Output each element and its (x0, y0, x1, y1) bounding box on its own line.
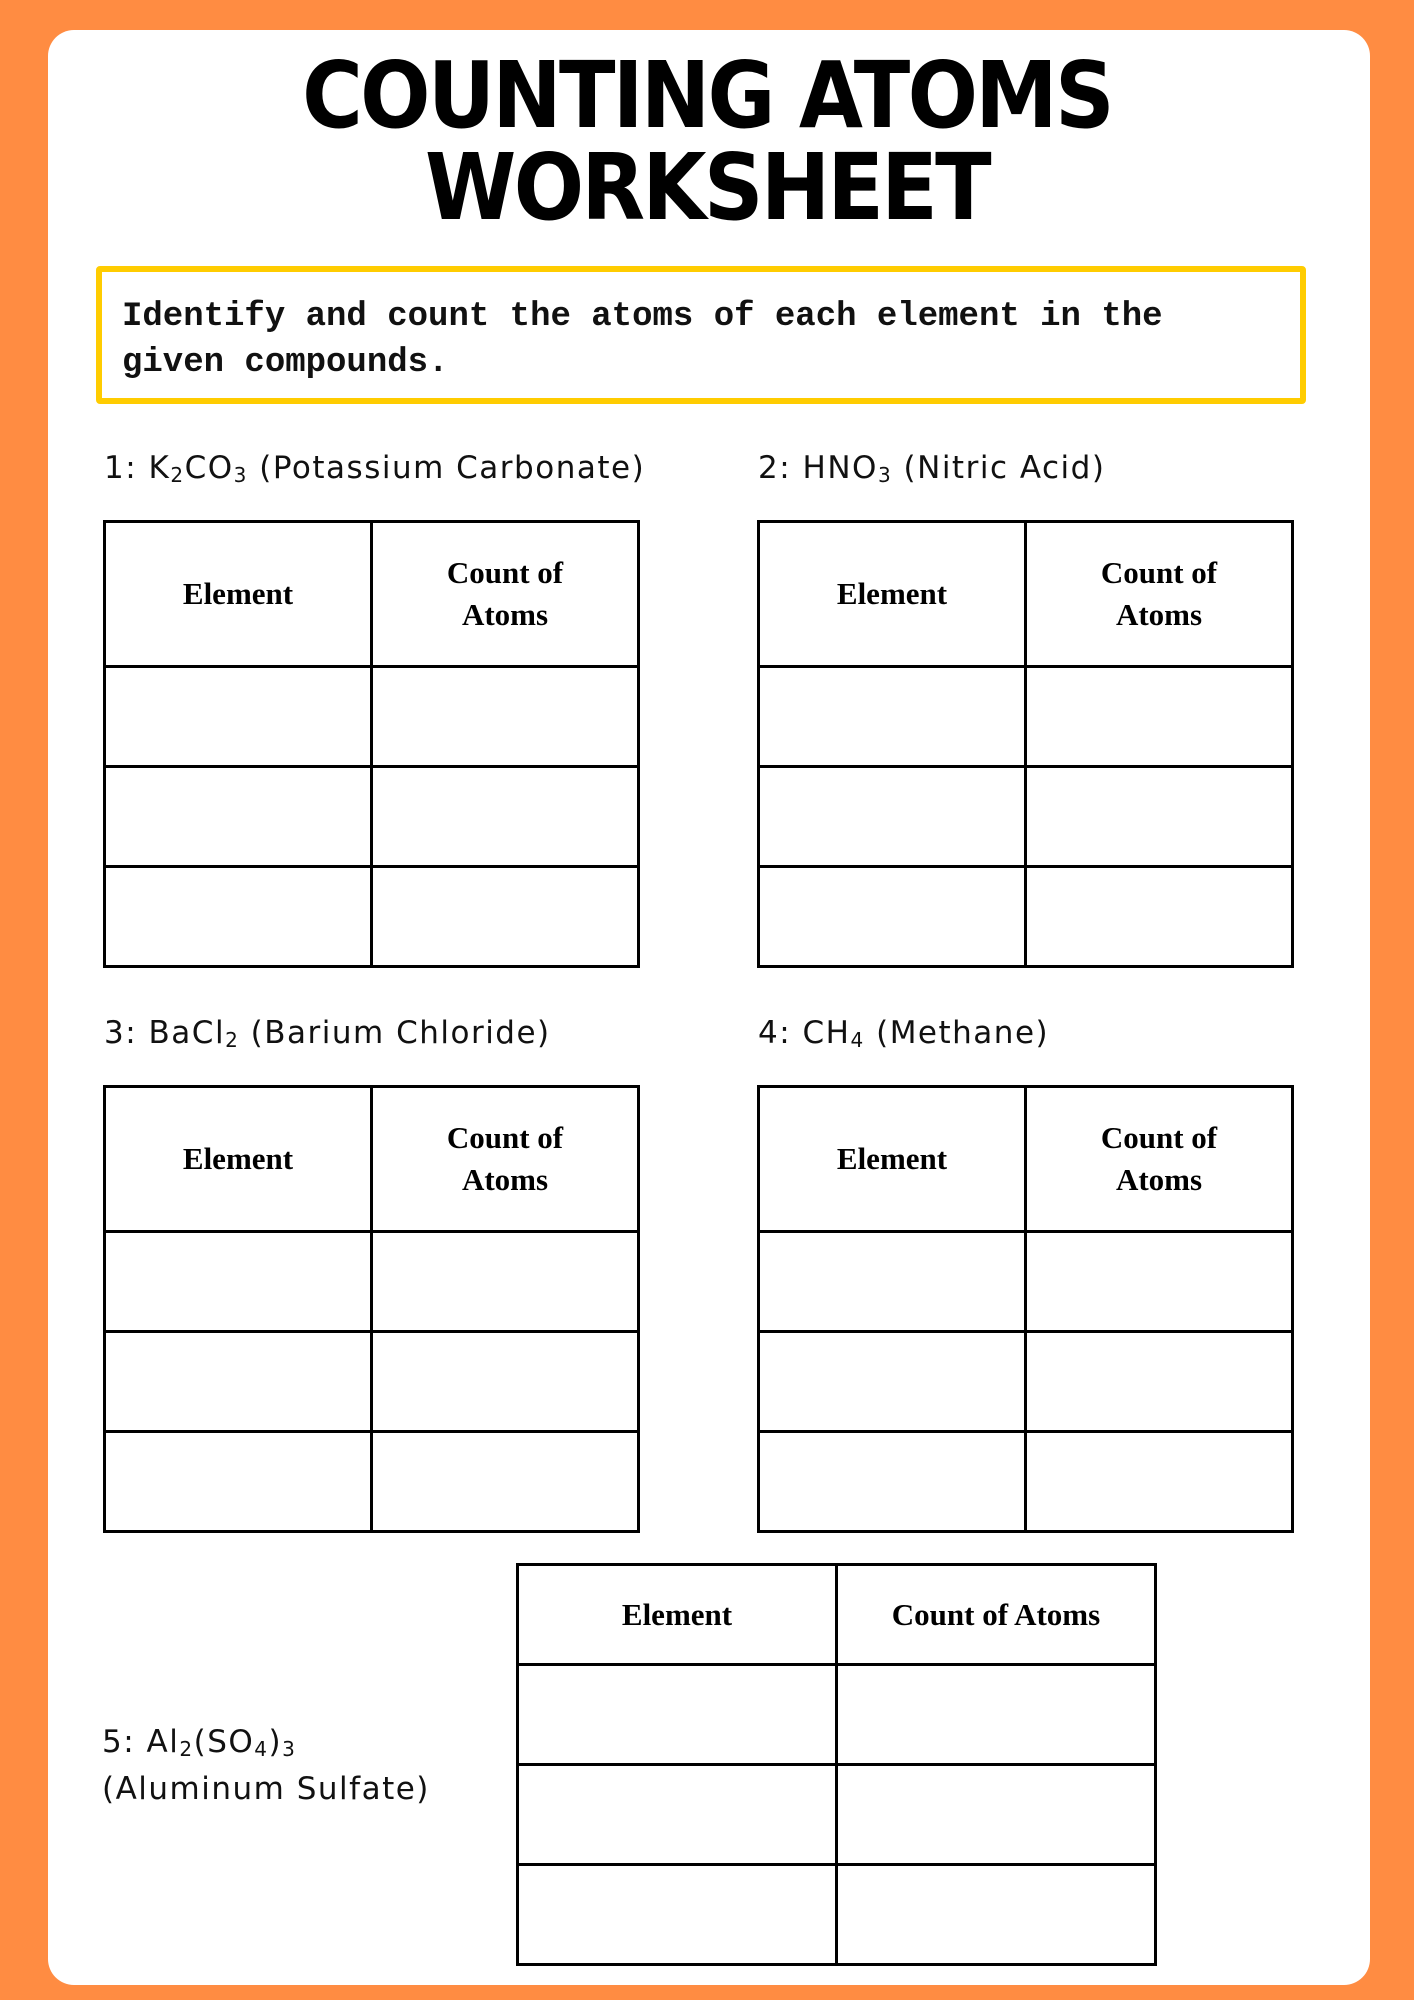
answer-cell[interactable] (835, 1863, 1157, 1966)
header-element: Element (757, 520, 1027, 668)
problem-3-table: Element Count of Atoms (103, 1085, 640, 1533)
answer-cell[interactable] (835, 1763, 1157, 1866)
answer-cell[interactable] (103, 665, 373, 768)
answer-cell[interactable] (1024, 865, 1294, 968)
answer-cell[interactable] (103, 1330, 373, 1433)
header-element: Element (103, 520, 373, 668)
answer-cell[interactable] (1024, 665, 1294, 768)
answer-cell[interactable] (757, 1330, 1027, 1433)
problem-1-label: 1: K2CO3 (Potassium Carbonate) (104, 450, 646, 487)
header-element: Element (516, 1563, 838, 1666)
answer-cell[interactable] (370, 865, 640, 968)
answer-cell[interactable] (516, 1663, 838, 1766)
answer-cell[interactable] (516, 1863, 838, 1966)
instructions-text: Identify and count the atoms of each ele… (122, 298, 1163, 382)
problem-5-label: 5: Al2(SO4)3 (Aluminum Sulfate) (102, 1724, 430, 1807)
answer-cell[interactable] (370, 665, 640, 768)
title-line-2: WORKSHEET (425, 134, 992, 241)
answer-cell[interactable] (370, 1230, 640, 1333)
answer-cell[interactable] (370, 765, 640, 868)
header-element: Element (757, 1085, 1027, 1233)
answer-cell[interactable] (370, 1330, 640, 1433)
answer-cell[interactable] (103, 1430, 373, 1533)
header-count: Count of Atoms (370, 1085, 640, 1233)
answer-cell[interactable] (1024, 1430, 1294, 1533)
answer-cell[interactable] (103, 1230, 373, 1333)
answer-cell[interactable] (835, 1663, 1157, 1766)
answer-cell[interactable] (370, 1430, 640, 1533)
header-count: Count of Atoms (835, 1563, 1157, 1666)
answer-cell[interactable] (757, 865, 1027, 968)
header-element: Element (103, 1085, 373, 1233)
header-count: Count of Atoms (1024, 520, 1294, 668)
answer-cell[interactable] (1024, 765, 1294, 868)
problem-3-label: 3: BaCl2 (Barium Chloride) (104, 1015, 551, 1052)
answer-cell[interactable] (757, 1430, 1027, 1533)
answer-cell[interactable] (1024, 1330, 1294, 1433)
answer-cell[interactable] (1024, 1230, 1294, 1333)
header-count: Count of Atoms (1024, 1085, 1294, 1233)
problem-2-label: 2: HNO3 (Nitric Acid) (758, 450, 1106, 487)
problem-1-table: Element Count of Atoms (103, 520, 640, 968)
header-count: Count of Atoms (370, 520, 640, 668)
page-title: COUNTING ATOMS WORKSHEET (71, 50, 1344, 234)
answer-cell[interactable] (103, 865, 373, 968)
problem-5-table: Element Count of Atoms (516, 1563, 1157, 1966)
problem-2-table: Element Count of Atoms (757, 520, 1294, 968)
answer-cell[interactable] (516, 1763, 838, 1866)
instructions-box: Identify and count the atoms of each ele… (96, 266, 1306, 404)
answer-cell[interactable] (757, 765, 1027, 868)
answer-cell[interactable] (103, 765, 373, 868)
answer-cell[interactable] (757, 665, 1027, 768)
problem-4-table: Element Count of Atoms (757, 1085, 1294, 1533)
problem-4-label: 4: CH4 (Methane) (758, 1015, 1050, 1052)
answer-cell[interactable] (757, 1230, 1027, 1333)
title-line-1: COUNTING ATOMS (302, 42, 1115, 149)
